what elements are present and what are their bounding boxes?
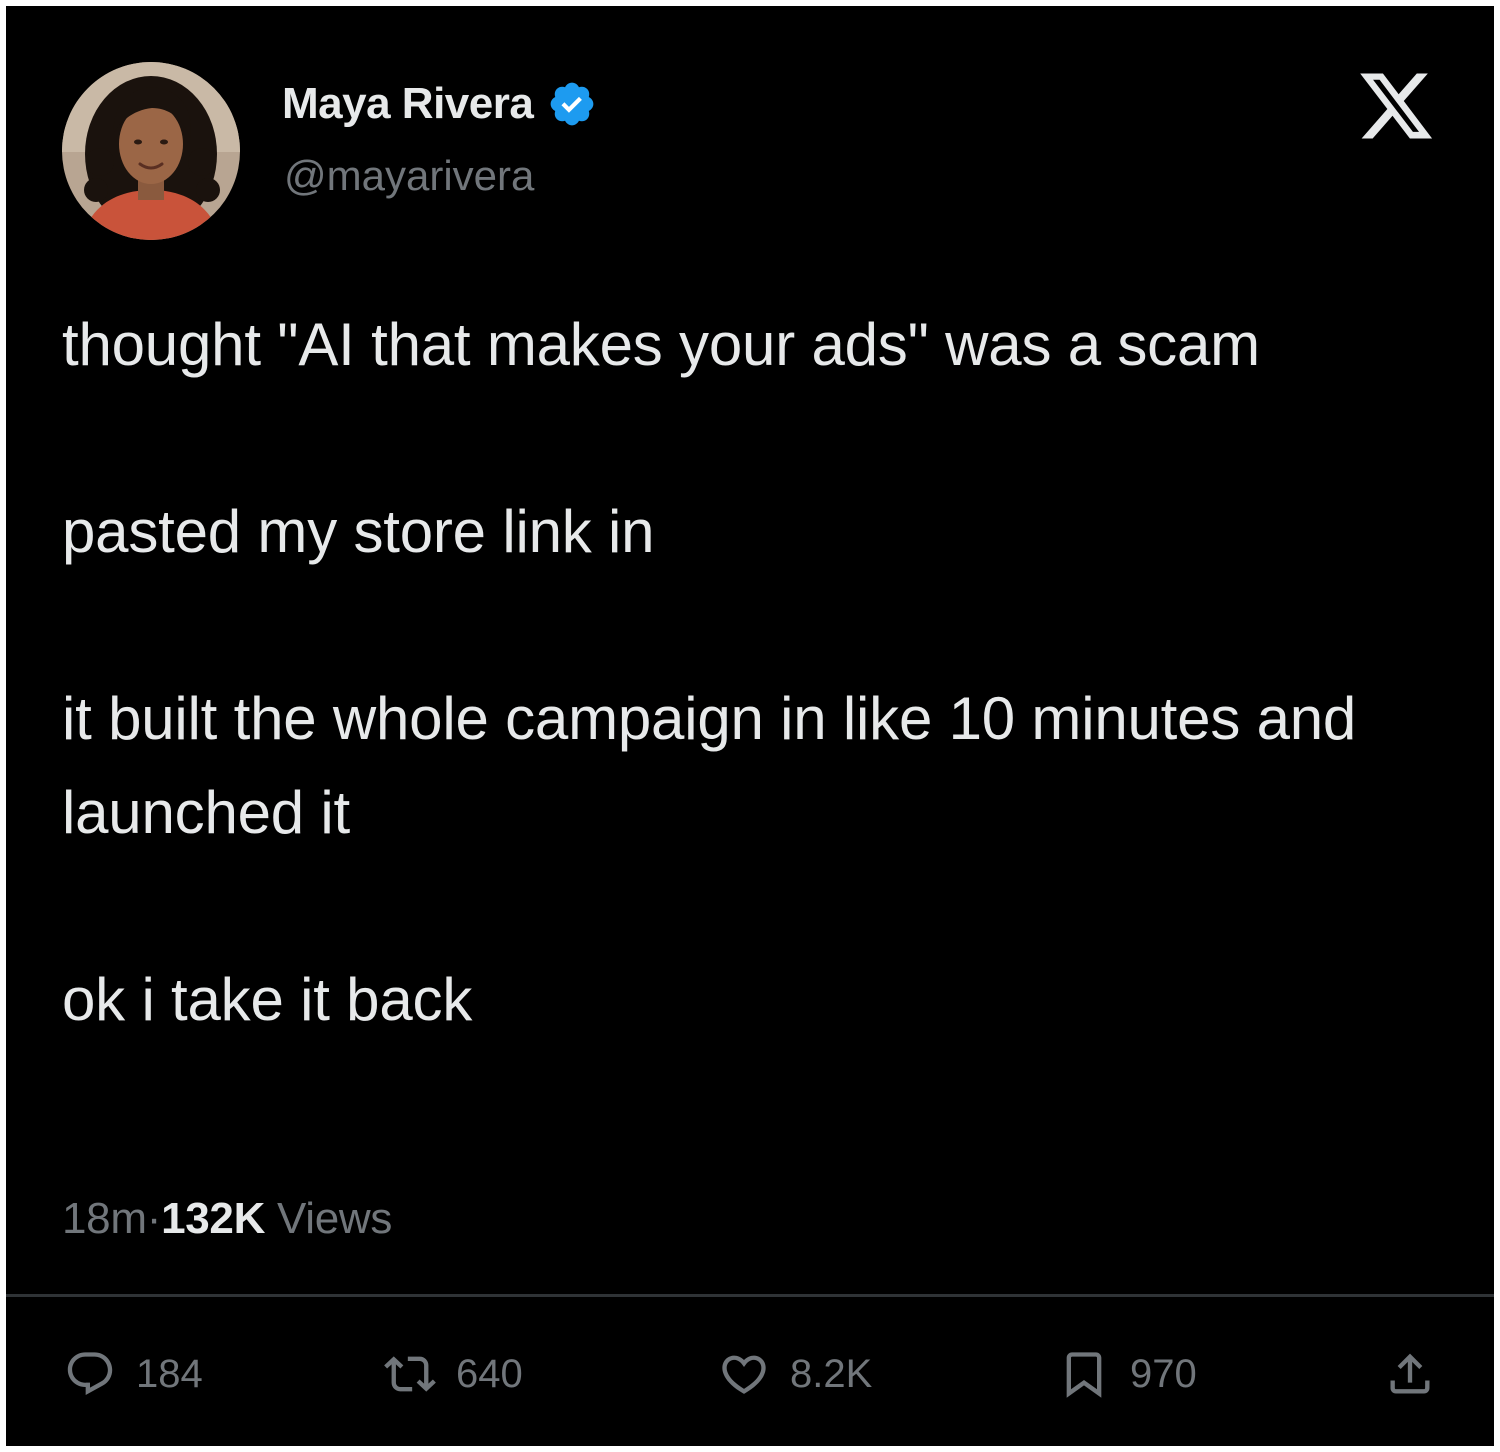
tweet-paragraph: thought "AI that makes your ads" was a s… — [62, 311, 1260, 378]
meta-separator: · — [146, 1194, 162, 1243]
share-icon — [1384, 1348, 1436, 1400]
verified-badge-icon — [547, 79, 597, 129]
tweet-paragraph: it built the whole campaign in like 10 m… — [62, 685, 1357, 846]
avatar-image — [62, 62, 240, 240]
author-handle[interactable]: @mayarivera — [284, 152, 534, 200]
views-count: 132K — [161, 1194, 266, 1243]
repost-count: 640 — [456, 1351, 523, 1396]
reply-count: 184 — [136, 1351, 203, 1396]
tweet-paragraph: pasted my store link in — [62, 498, 655, 565]
x-logo-icon — [1356, 66, 1436, 146]
views-label: Views — [277, 1194, 393, 1243]
like-count: 8.2K — [790, 1351, 873, 1396]
tweet-card: Maya Rivera @mayarivera thought "AI that… — [6, 6, 1494, 1446]
bookmark-icon — [1058, 1348, 1110, 1400]
tweet-text: thought "AI that makes your ads" was a s… — [62, 298, 1382, 1047]
tweet-meta: 18m·132K Views — [62, 1194, 392, 1244]
timestamp[interactable]: 18m — [62, 1194, 147, 1243]
repost-icon — [384, 1348, 436, 1400]
share-button[interactable] — [1384, 1346, 1436, 1402]
avatar[interactable] — [62, 62, 240, 240]
bookmark-count: 970 — [1130, 1351, 1197, 1396]
reply-icon — [64, 1348, 116, 1400]
author-display-name[interactable]: Maya Rivera — [282, 79, 534, 129]
repost-button[interactable]: 640 — [384, 1346, 523, 1402]
divider — [6, 1294, 1494, 1297]
heart-icon — [718, 1348, 770, 1400]
reply-button[interactable]: 184 — [64, 1346, 203, 1402]
author-name-row: Maya Rivera — [282, 76, 597, 132]
like-button[interactable]: 8.2K — [718, 1346, 872, 1402]
bookmark-button[interactable]: 970 — [1058, 1346, 1197, 1402]
tweet-paragraph: ok i take it back — [62, 966, 473, 1033]
